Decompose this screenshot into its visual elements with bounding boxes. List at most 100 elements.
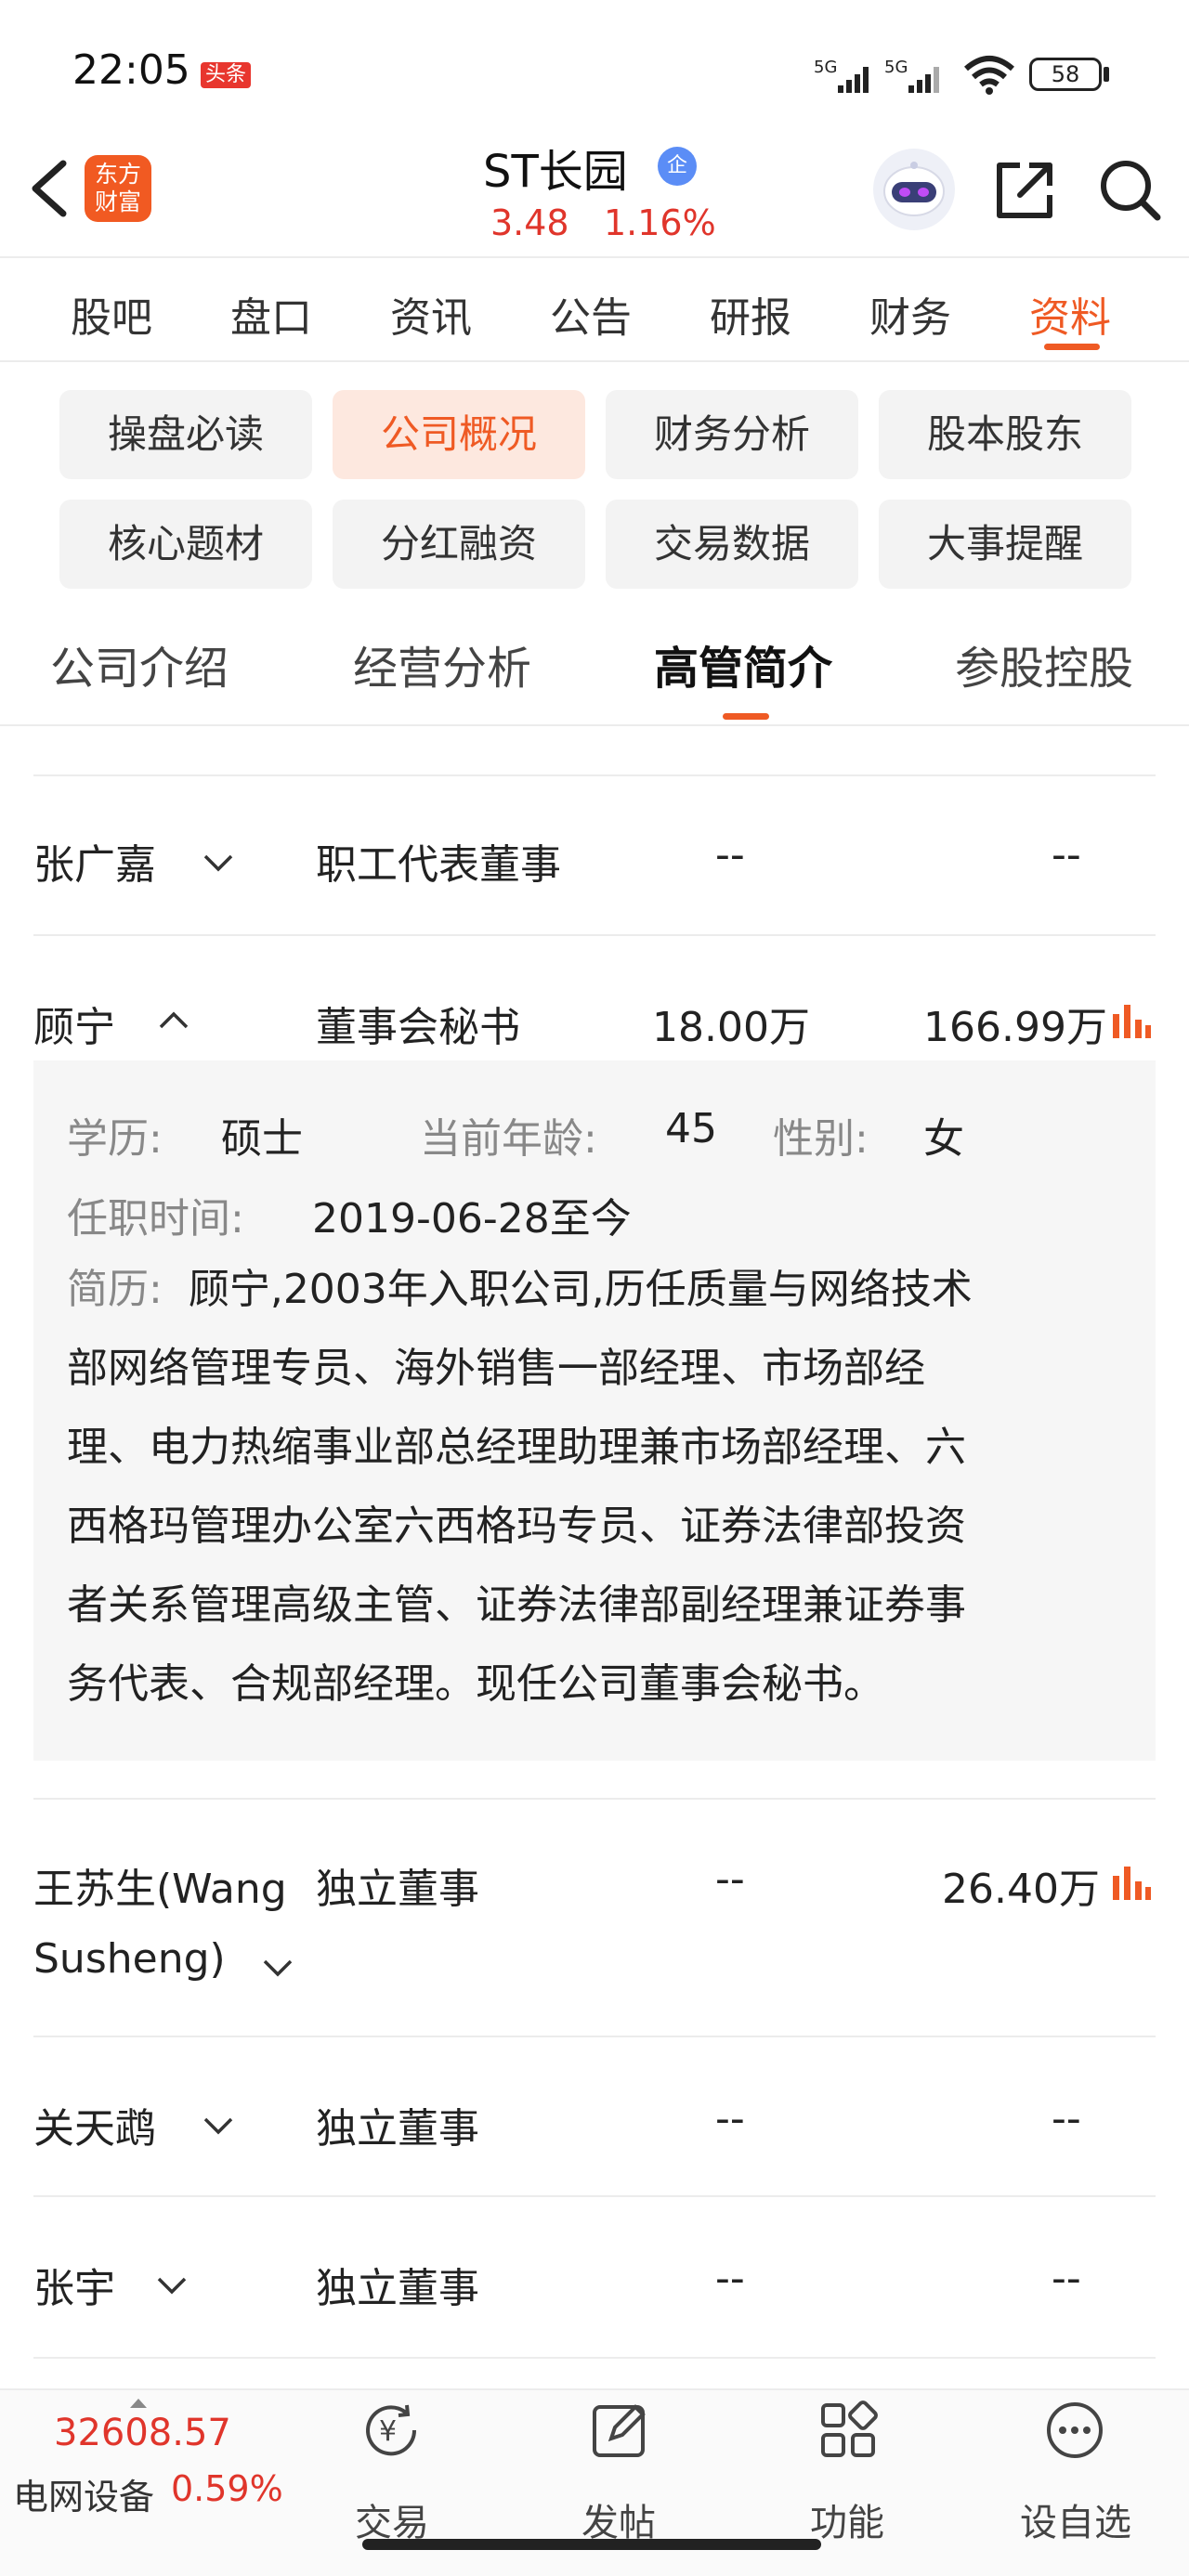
tab-research[interactable]: 研报 — [710, 284, 791, 344]
nav-functions[interactable]: 功能 — [810, 2492, 884, 2546]
post-icon[interactable] — [587, 2398, 652, 2463]
main-tab-indicator — [1044, 344, 1100, 350]
resume-line: 部网络管理专员、海外销售一部经理、市场部经 — [67, 1345, 925, 1392]
chevron-down-icon[interactable] — [262, 1958, 294, 1978]
age-label: 当前年龄: — [420, 1115, 597, 1163]
stock-change-pct: 1.16% — [604, 202, 716, 243]
chevron-down-icon[interactable] — [203, 2115, 234, 2136]
row-divider — [33, 2195, 1156, 2197]
tab-company-intro[interactable]: 公司介绍 — [50, 631, 229, 696]
battery-tip — [1104, 67, 1109, 82]
sex-value: 女 — [923, 1115, 964, 1163]
exec-name-line1[interactable]: 王苏生(Wang — [33, 1855, 287, 1915]
svg-text:¥: ¥ — [379, 2415, 397, 2448]
tab-profile[interactable]: 资料 — [1029, 284, 1111, 344]
trade-icon[interactable]: ¥ — [359, 2398, 424, 2463]
tab-guba[interactable]: 股吧 — [71, 284, 152, 344]
exec-name-line2[interactable]: Susheng) — [33, 1935, 226, 1983]
logo-line1: 东方 — [94, 161, 141, 188]
exec-salary: 26.40万 — [942, 1866, 1100, 1913]
share-icon[interactable] — [992, 158, 1057, 223]
nav-add-watchlist[interactable]: 设自选 — [1020, 2492, 1131, 2546]
tab-holdings[interactable]: 参股控股 — [955, 631, 1133, 696]
stock-price: 3.48 — [490, 202, 569, 243]
subtabs-divider — [0, 724, 1189, 726]
exec-name[interactable]: 顾宁 — [33, 994, 115, 1053]
tabs-divider — [0, 360, 1189, 362]
bar-chart-icon[interactable] — [1111, 1863, 1152, 1902]
news-badge: 头条 — [201, 62, 252, 88]
index-name[interactable]: 电网设备 — [13, 2468, 154, 2519]
stock-title: ST长园 — [483, 146, 628, 198]
exec-title: 独立董事 — [316, 2265, 479, 2312]
tab-pankou[interactable]: 盘口 — [230, 284, 312, 344]
tab-news[interactable]: 资讯 — [390, 284, 472, 344]
resume-line: 者关系管理高级主管、证券法律部副经理兼证券事 — [67, 1581, 966, 1629]
battery-level: 58 — [1051, 61, 1080, 87]
edu-value: 硕士 — [221, 1115, 303, 1163]
resume-line: 顾宁,2003年入职公司,历任质量与网络技术 — [188, 1266, 973, 1313]
logo-line2: 财富 — [94, 189, 141, 215]
exec-name[interactable]: 关天鹉 — [33, 2095, 156, 2154]
chevron-up-icon[interactable] — [158, 1010, 189, 1031]
tab-finance[interactable]: 财务 — [869, 284, 951, 344]
chip-financial-analysis[interactable]: 财务分析 — [606, 390, 858, 479]
resume-text: 简历: 顾宁,2003年入职公司,历任质量与网络技术 部网络管理专员、海外销售一部… — [67, 1250, 1126, 1724]
caret-up-icon[interactable] — [130, 2394, 147, 2412]
exec-shares: -- — [715, 2255, 745, 2302]
resume-line: 理、电力热缩事业部总经理助理兼市场部经理、六 — [67, 1424, 966, 1471]
tab-executives[interactable]: 高管简介 — [654, 631, 832, 696]
index-value[interactable]: 32608.57 — [54, 2412, 231, 2454]
exec-salary: -- — [1052, 2095, 1081, 2142]
bar-chart-icon[interactable] — [1111, 1001, 1152, 1040]
enterprise-badge: 企 — [658, 147, 697, 186]
term-value: 2019-06-28至今 — [312, 1195, 632, 1242]
chevron-down-icon[interactable] — [156, 2275, 188, 2296]
exec-shares: -- — [715, 831, 745, 878]
chip-company-overview[interactable]: 公司概况 — [333, 390, 585, 479]
apps-icon[interactable] — [816, 2398, 881, 2463]
search-icon[interactable] — [1096, 156, 1163, 223]
exec-salary: 166.99万 — [923, 1004, 1107, 1051]
resume-line: 西格玛管理办公室六西格玛专员、证券法律部投资 — [67, 1503, 966, 1550]
wifi-icon — [962, 54, 1016, 98]
signal-icon-1: 5G — [814, 56, 875, 100]
row-divider — [33, 774, 1156, 776]
exec-shares: 18.00万 — [652, 1004, 810, 1051]
robot-assistant-icon[interactable] — [873, 149, 955, 230]
battery-icon: 58 — [1029, 58, 1102, 91]
exec-shares: -- — [715, 2095, 745, 2142]
exec-shares: -- — [715, 1855, 745, 1903]
exec-name[interactable]: 张宇 — [33, 2255, 115, 2314]
back-icon[interactable] — [22, 156, 78, 221]
chip-shareholders[interactable]: 股本股东 — [879, 390, 1131, 479]
exec-title: 独立董事 — [316, 1866, 479, 1913]
chevron-down-icon[interactable] — [203, 852, 234, 873]
header-divider — [0, 256, 1189, 258]
exec-salary: -- — [1052, 831, 1081, 878]
more-icon[interactable] — [1042, 2398, 1107, 2463]
net-label-1: 5G — [814, 58, 837, 77]
exec-title: 独立董事 — [316, 2105, 479, 2153]
row-divider — [33, 1798, 1156, 1800]
chip-trading-must-read[interactable]: 操盘必读 — [59, 390, 312, 479]
app-logo[interactable]: 东方 财富 — [85, 155, 151, 222]
index-change-pct[interactable]: 0.59% — [171, 2468, 283, 2509]
chip-dividends-financing[interactable]: 分红融资 — [333, 500, 585, 589]
chip-trading-data[interactable]: 交易数据 — [606, 500, 858, 589]
executives-tab-indicator — [723, 713, 769, 720]
status-time: 22:05 — [72, 46, 190, 94]
home-indicator[interactable] — [362, 2539, 821, 2550]
chip-core-themes[interactable]: 核心题材 — [59, 500, 312, 589]
exec-name[interactable]: 张广嘉 — [33, 831, 156, 891]
tab-business-analysis[interactable]: 经营分析 — [353, 631, 531, 696]
chip-event-reminders[interactable]: 大事提醒 — [879, 500, 1131, 589]
signal-icon-2: 5G — [884, 56, 951, 100]
tab-announcements[interactable]: 公告 — [550, 284, 632, 344]
row-divider — [33, 2357, 1156, 2359]
resume-line: 务代表、合规部经理。现任公司董事会秘书。 — [67, 1660, 884, 1708]
exec-title: 职工代表董事 — [316, 841, 561, 889]
exec-salary: -- — [1052, 2255, 1081, 2302]
edu-label: 学历: — [67, 1115, 163, 1163]
sex-label: 性别: — [773, 1115, 869, 1163]
